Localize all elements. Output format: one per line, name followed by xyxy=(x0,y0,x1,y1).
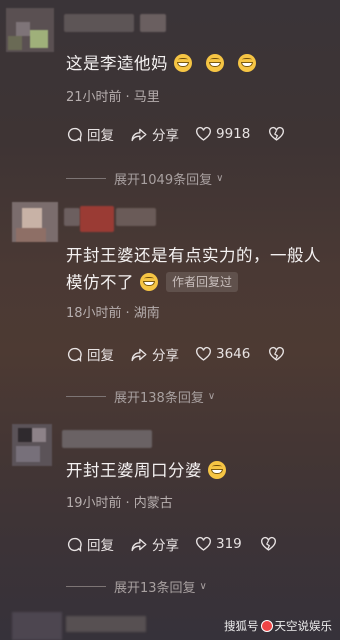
username-blurred xyxy=(140,14,166,32)
like-button[interactable]: 3646 xyxy=(195,346,250,362)
dislike-button[interactable] xyxy=(268,346,289,362)
chevron-down-icon: ∨ xyxy=(216,172,224,184)
comment-text: 开封王婆还是有点实力的，一般人模仿不了 作者回复过 xyxy=(66,246,321,292)
comment-actions: 回复 分享 319 xyxy=(66,534,297,554)
broken-heart-icon xyxy=(269,346,285,361)
comment-time: 21小时前 xyxy=(66,90,122,105)
comment-location: 湖南 xyxy=(133,306,160,321)
comment-meta: 18小时前 · 湖南 xyxy=(66,306,160,321)
reply-icon xyxy=(67,127,82,142)
share-icon xyxy=(131,128,147,141)
divider xyxy=(66,177,106,179)
heart-icon xyxy=(196,346,211,361)
reply-button[interactable]: 回复 xyxy=(66,124,114,144)
reply-button[interactable]: 回复 xyxy=(66,534,114,554)
reply-icon xyxy=(67,537,82,552)
share-button[interactable]: 分享 xyxy=(130,534,179,554)
next-comment-username-blurred xyxy=(66,616,146,632)
avatar[interactable] xyxy=(12,202,58,242)
author-replied-badge: 作者回复过 xyxy=(166,272,239,292)
expand-replies-button[interactable]: 展开138条回复 ∨ xyxy=(66,386,215,406)
avatar[interactable] xyxy=(12,424,52,466)
heart-icon xyxy=(196,536,211,551)
laughing-tears-emoji xyxy=(140,273,158,291)
watermark: 搜狐号 天空说娱乐 xyxy=(224,619,332,633)
share-icon xyxy=(131,538,147,551)
divider xyxy=(66,395,106,397)
reply-icon xyxy=(67,347,82,362)
comment-meta: 19小时前 · 内蒙古 xyxy=(66,496,173,511)
share-button[interactable]: 分享 xyxy=(130,344,179,364)
expand-replies-button[interactable]: 展开13条回复 ∨ xyxy=(66,576,207,596)
like-button[interactable]: 9918 xyxy=(195,126,250,142)
username-blurred xyxy=(116,208,156,226)
next-comment-avatar xyxy=(12,612,62,640)
comment-meta: 21小时前 · 马里 xyxy=(66,90,160,105)
comment-time: 19小时前 xyxy=(66,496,122,511)
comment-text: 开封王婆周口分婆 xyxy=(66,457,334,484)
grinning-emoji xyxy=(206,54,224,72)
share-icon xyxy=(131,348,147,361)
comment-location: 马里 xyxy=(133,90,160,105)
username-blurred[interactable] xyxy=(62,430,152,448)
dislike-button[interactable] xyxy=(260,536,281,552)
sohu-logo-icon xyxy=(260,620,273,632)
broken-heart-icon xyxy=(260,536,276,551)
like-button[interactable]: 319 xyxy=(195,536,242,552)
broken-heart-icon xyxy=(269,126,285,141)
heart-icon xyxy=(196,126,211,141)
grinning-emoji xyxy=(238,54,256,72)
comment-time: 18小时前 xyxy=(66,306,122,321)
reply-button[interactable]: 回复 xyxy=(66,344,114,364)
dislike-button[interactable] xyxy=(268,126,289,142)
chevron-down-icon: ∨ xyxy=(207,390,216,402)
tongue-out-emoji xyxy=(208,461,226,479)
avatar[interactable] xyxy=(6,8,54,52)
username-blurred xyxy=(80,206,114,232)
chevron-down-icon: ∨ xyxy=(199,580,207,592)
comment-location: 内蒙古 xyxy=(133,496,173,511)
grinning-emoji xyxy=(174,54,192,72)
comment-actions: 回复 分享 9918 xyxy=(66,124,305,144)
username-blurred[interactable] xyxy=(64,208,80,226)
comment-text: 这是李逵他妈 xyxy=(66,50,334,77)
share-button[interactable]: 分享 xyxy=(130,124,179,144)
username-blurred[interactable] xyxy=(64,14,134,32)
divider xyxy=(66,585,106,587)
comment-actions: 回复 分享 3646 xyxy=(66,344,305,364)
expand-replies-button[interactable]: 展开1049条回复 ∨ xyxy=(66,168,223,188)
